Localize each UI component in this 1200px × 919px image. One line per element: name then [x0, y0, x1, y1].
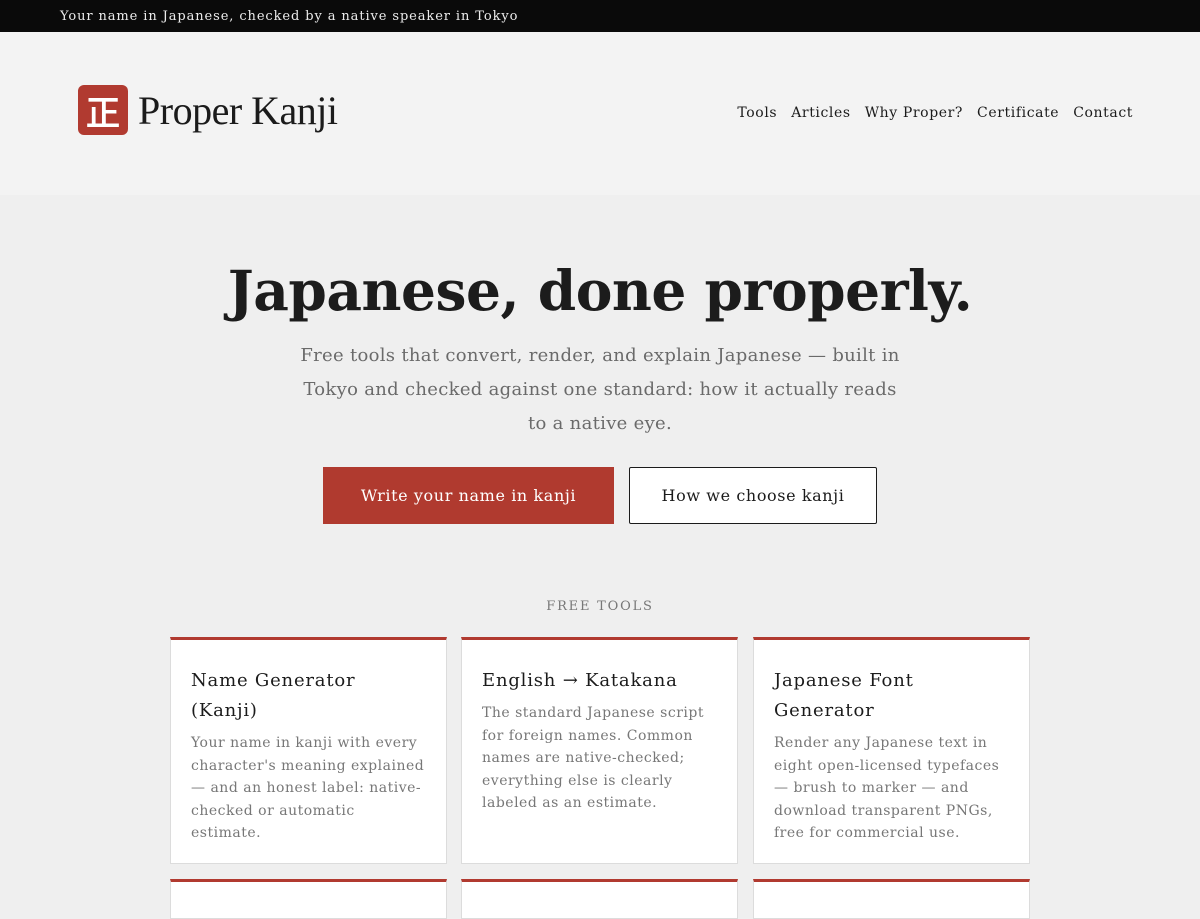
- tool-card-katakana[interactable]: English → Katakana The standard Japanese…: [461, 637, 738, 864]
- logo-mark-icon: 正: [78, 85, 128, 135]
- hero-subtitle: Free tools that convert, render, and exp…: [300, 345, 900, 434]
- nav-item-tools[interactable]: Tools: [737, 105, 777, 121]
- tool-card-title: English → Katakana: [482, 670, 678, 691]
- tool-card-description: Render any Japanese text in eight open-l…: [774, 735, 1000, 841]
- tool-card-stub[interactable]: [753, 879, 1030, 919]
- tool-card-description: Your name in kanji with every character'…: [191, 735, 425, 841]
- tool-card-title: Name Generator (Kanji): [191, 670, 356, 721]
- free-tools-label: FREE TOOLS: [546, 599, 654, 614]
- tool-card-stub[interactable]: [461, 879, 738, 919]
- announcement-bar: Your name in Japanese, checked by a nati…: [0, 0, 1200, 32]
- how-we-choose-button[interactable]: How we choose kanji: [629, 467, 877, 524]
- main-nav: Tools Articles Why Proper? Certificate C…: [723, 105, 1133, 121]
- hero-title: Japanese, done properly.: [227, 258, 973, 323]
- tool-card-name-generator[interactable]: Name Generator (Kanji) Your name in kanj…: [170, 637, 447, 864]
- brand-logo[interactable]: 正 Proper Kanji: [78, 85, 338, 135]
- nav-item-why-proper[interactable]: Why Proper?: [865, 105, 963, 121]
- nav-item-certificate[interactable]: Certificate: [977, 105, 1059, 121]
- tool-card-font-generator[interactable]: Japanese Font Generator Render any Japan…: [753, 637, 1030, 864]
- nav-item-contact[interactable]: Contact: [1073, 105, 1133, 121]
- write-name-button[interactable]: Write your name in kanji: [323, 467, 614, 524]
- announcement-text: Your name in Japanese, checked by a nati…: [60, 8, 519, 24]
- tool-card-stub[interactable]: [170, 879, 447, 919]
- site-header: 正 Proper Kanji Tools Articles Why Proper…: [0, 32, 1200, 195]
- brand-name: Proper Kanji: [138, 87, 338, 133]
- tool-card-title: Japanese Font Generator: [774, 670, 914, 721]
- tool-card-description: The standard Japanese script for foreign…: [482, 705, 704, 811]
- nav-item-articles[interactable]: Articles: [791, 105, 851, 121]
